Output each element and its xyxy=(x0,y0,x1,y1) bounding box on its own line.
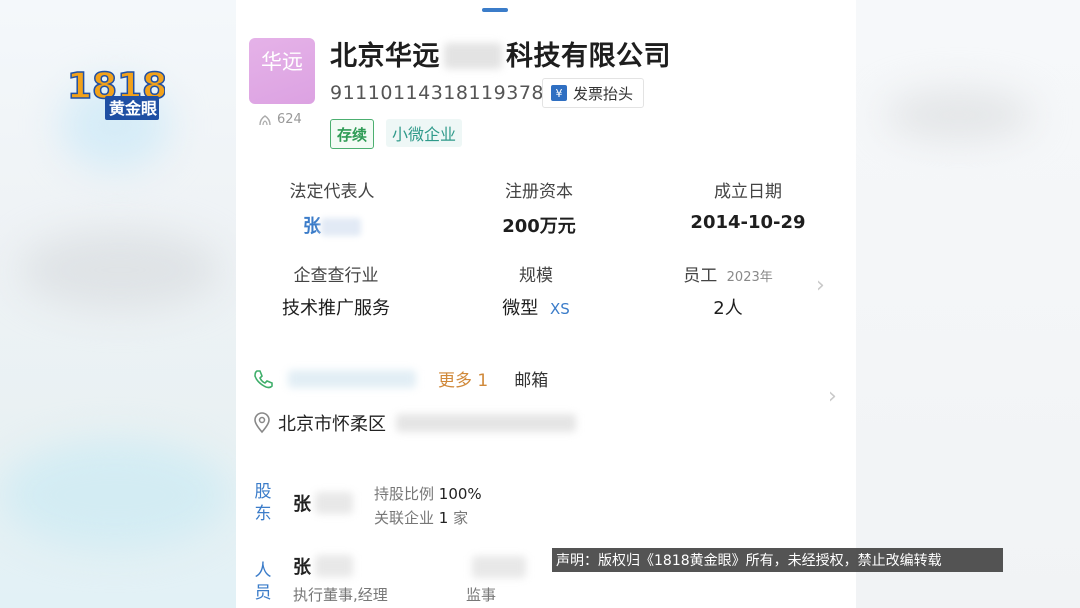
person-role: 监事 xyxy=(466,586,497,604)
related-unit: 家 xyxy=(453,509,469,527)
person-name[interactable]: 张 xyxy=(293,553,353,579)
size-label: 规模 xyxy=(519,266,553,286)
info-founded: 成立日期 2014-10-29 xyxy=(658,177,838,233)
location-pin-icon xyxy=(254,412,270,434)
channel-logo-1818: 1818 黄金眼 xyxy=(66,65,165,120)
invoice-title-button[interactable]: ¥ 发票抬头 xyxy=(542,78,645,108)
copyright-disclaimer: 声明：版权归《1818黄金眼》所有，未经授权，禁止改编转载 xyxy=(552,548,1003,572)
address-redaction xyxy=(396,414,576,432)
name-redaction xyxy=(472,556,526,578)
company-name-prefix: 北京华远 xyxy=(330,41,440,72)
staff-year: 2023年 xyxy=(726,270,773,285)
info-staff[interactable]: 员工 2023年 2人 xyxy=(638,261,818,320)
related-label: 关联企业 xyxy=(374,509,435,527)
staff-label-text: 员工 xyxy=(683,266,718,286)
name-redaction xyxy=(315,492,353,514)
staff-value: 2人 xyxy=(713,298,743,319)
size-value: 微型 XS xyxy=(446,294,626,320)
ratio-value: 100% xyxy=(438,485,482,503)
legal-rep-name[interactable]: 张 xyxy=(303,216,321,237)
shareholder-name[interactable]: 张 xyxy=(293,490,353,516)
company-logo-text: 华远 xyxy=(261,50,303,74)
blurred-right-background xyxy=(844,0,1080,608)
tab-indicator xyxy=(482,8,508,12)
contact-row: 更多 1 邮箱 xyxy=(252,366,548,391)
related-companies[interactable]: 关联企业 1 家 xyxy=(374,507,468,528)
chevron-right-icon[interactable]: › xyxy=(828,384,837,409)
personnel-label-char: 员 xyxy=(254,583,272,603)
fire-icon xyxy=(259,114,271,125)
info-industry: 企查查行业 技术推广服务 xyxy=(246,261,426,320)
phone-redaction xyxy=(288,369,416,388)
address-row[interactable]: 北京市怀柔区 xyxy=(252,410,576,436)
personnel-label-char: 人 xyxy=(254,561,272,581)
size-tag: XS xyxy=(549,300,570,318)
status-badge: 存续 xyxy=(330,119,375,149)
info-size: 规模 微型 XS xyxy=(446,261,626,320)
legal-rep-label: 法定代表人 xyxy=(289,182,375,202)
industry-label: 企查查行业 xyxy=(293,266,379,286)
company-name-suffix: 科技有限公司 xyxy=(506,41,671,72)
invoice-title-label: 发票抬头 xyxy=(573,84,634,103)
capital-label: 注册资本 xyxy=(505,182,573,202)
view-count: 624 xyxy=(258,112,302,127)
size-value-text: 微型 xyxy=(502,298,539,319)
scale-badge: 小微企业 xyxy=(386,119,463,147)
shareholder-name-text[interactable]: 张 xyxy=(293,490,311,516)
view-count-value: 624 xyxy=(277,112,302,127)
name-redaction xyxy=(444,43,502,69)
company-name: 北京华远 科技有限公司 xyxy=(330,34,671,73)
name-redaction xyxy=(321,218,361,236)
chevron-right-icon[interactable]: › xyxy=(816,273,825,298)
founded-value: 2014-10-29 xyxy=(690,212,806,233)
industry-value: 技术推广服务 xyxy=(282,298,390,319)
company-detail-panel: 华远 624 北京华远 科技有限公司 91110114318119378Y ¥ 发… xyxy=(236,0,856,608)
shareholder-section-label: 股 东 xyxy=(253,481,273,525)
capital-value: 200万元 xyxy=(502,216,576,237)
blurred-shape xyxy=(0,440,230,550)
phone-icon[interactable] xyxy=(252,368,274,390)
founded-label: 成立日期 xyxy=(714,182,782,202)
staff-label: 员工 2023年 xyxy=(638,261,818,286)
info-capital: 注册资本 200万元 xyxy=(449,177,629,238)
company-logo: 华远 xyxy=(249,38,315,104)
email-link[interactable]: 邮箱 xyxy=(514,366,548,391)
shareholder-label-char: 东 xyxy=(254,504,272,524)
name-redaction xyxy=(315,555,353,577)
related-value: 1 xyxy=(438,509,449,527)
shareholding-ratio: 持股比例 100% xyxy=(374,483,482,504)
credit-code: 91110114318119378Y xyxy=(330,82,557,104)
blurred-shape xyxy=(20,230,220,310)
address-text: 北京市怀柔区 xyxy=(278,414,386,435)
logo-text: 黄金眼 xyxy=(109,99,157,118)
info-legal-rep[interactable]: 法定代表人 张 xyxy=(242,177,422,238)
ratio-label: 持股比例 xyxy=(374,485,435,503)
yen-icon: ¥ xyxy=(551,85,567,101)
blurred-shape xyxy=(884,90,1034,140)
more-phones-link[interactable]: 更多 1 xyxy=(438,366,488,391)
shareholder-label-char: 股 xyxy=(254,482,272,502)
person-role: 执行董事,经理 xyxy=(293,586,388,604)
personnel-section-label: 人 员 xyxy=(253,560,273,604)
legal-rep-value[interactable]: 张 xyxy=(242,212,422,238)
person-name-text[interactable]: 张 xyxy=(293,553,311,579)
